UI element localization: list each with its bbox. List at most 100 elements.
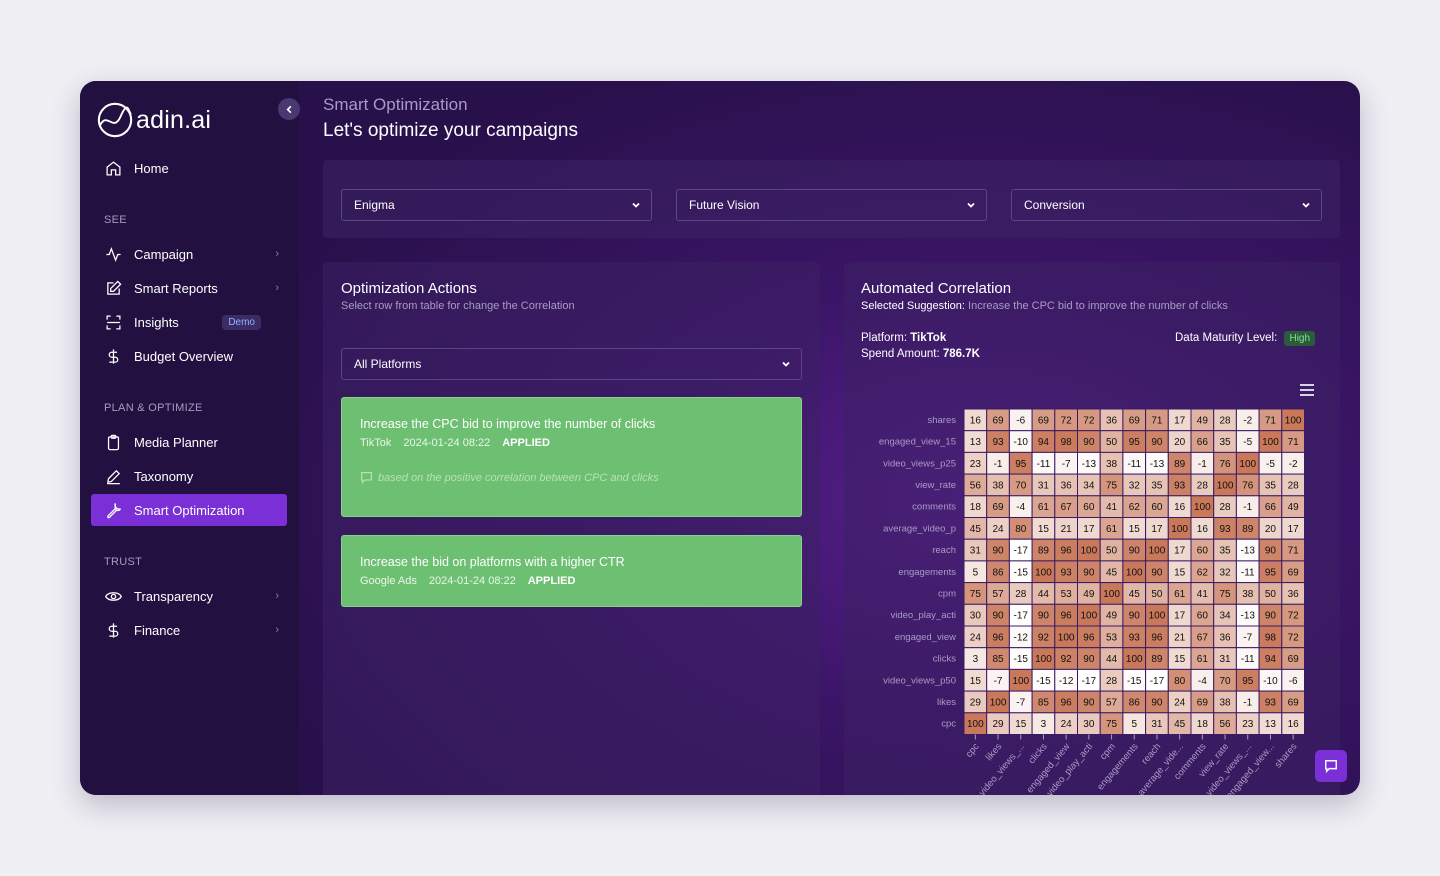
heatmap-cell-label: 38 [1106,459,1118,470]
heatmap-cell-label: 50 [1265,589,1277,600]
panel-title: Optimization Actions [341,280,477,297]
sidebar-item-campaign[interactable]: Campaign › [91,238,287,270]
sidebar-item-budget-overview[interactable]: Budget Overview [91,340,287,372]
sidebar-item-home[interactable]: Home [91,152,287,184]
sidebar-item-transparency[interactable]: Transparency › [91,580,287,612]
suggestion-meta: TikTok 2024-01-24 08:22 APPLIED [360,437,550,449]
sidebar-item-taxonomy[interactable]: Taxonomy [91,460,287,492]
heatmap-cell-label: 56 [1219,719,1231,730]
suggestion-title: Increase the bid on platforms with a hig… [360,555,625,569]
heatmap-cell-label: 66 [1265,502,1277,513]
heatmap-cell-label: 49 [1106,611,1118,622]
heatmap-cell-label: 90 [992,611,1004,622]
platform-value: TikTok [910,332,947,344]
sidebar-item-media-planner[interactable]: Media Planner [91,426,287,458]
heatmap-cell-label: 70 [1015,480,1027,491]
heatmap-cell-label: 96 [1151,632,1163,643]
objective-select[interactable]: Conversion [1011,189,1322,221]
heatmap-cell-label: 15 [1174,654,1186,665]
heatmap-cell-label: 100 [1149,611,1166,622]
heatmap-cell-label: 71 [1265,415,1277,426]
heatmap-cell-label: -2 [1289,459,1298,470]
chart-menu-icon[interactable] [1300,384,1314,396]
brand-logo[interactable]: adin.ai [96,101,211,139]
campaign-select[interactable]: Future Vision [676,189,987,221]
chevron-down-icon [1301,199,1311,209]
heatmap-cell-label: -17 [1082,676,1097,687]
heatmap-cell-label: 3 [973,654,979,665]
heatmap-cell-label: 23 [1242,719,1254,730]
sidebar-item-smart-optimization[interactable]: Smart Optimization [91,494,287,526]
heatmap-cell-label: 57 [1106,697,1118,708]
advertiser-select[interactable]: Enigma [341,189,652,221]
heatmap-cell-label: 35 [1151,480,1163,491]
dollar-icon [104,621,122,639]
heatmap-cell-label: 95 [1129,437,1141,448]
sidebar-item-label: Media Planner [134,434,218,450]
heatmap-cell-label: -4 [1016,502,1025,513]
sidebar-item-insights[interactable]: Insights Demo [91,306,287,338]
heatmap-cell-label: 92 [1038,632,1050,643]
heatmap-cell-label: 13 [970,437,982,448]
heatmap-cell-label: -17 [1014,611,1029,622]
heatmap-cell-label: 60 [1197,611,1209,622]
sidebar-item-smart-reports[interactable]: Smart Reports › [91,272,287,304]
heatmap-row-label: cpc [941,719,956,730]
heatmap-cell-label: -15 [1127,676,1142,687]
heatmap-cell-label: 86 [992,567,1004,578]
suggestion-card[interactable]: Increase the CPC bid to improve the numb… [341,397,802,517]
heatmap-cell-label: 31 [1038,480,1050,491]
heatmap-cell-label: 89 [1151,654,1163,665]
heatmap-cell-label: -11 [1241,654,1255,665]
heatmap-cell-label: 15 [1174,567,1186,578]
heatmap-cell-label: 17 [1151,524,1163,535]
heatmap-cell-label: 96 [1061,546,1073,557]
heatmap-cell-label: 70 [1219,676,1231,687]
dollar-icon [104,347,122,365]
heatmap-cell-label: 96 [1061,697,1073,708]
heatmap-cell-label: -15 [1036,676,1051,687]
sidebar-item-finance[interactable]: Finance › [91,614,287,646]
heatmap-row-label: video_views_p50 [883,675,956,686]
heatmap-cell-label: 80 [1174,676,1186,687]
heatmap-cell-label: 90 [1038,611,1050,622]
correlation-heatmap: shares 16 69 -6 69 72 72 36 69 71 17 49 28 -2 71 100 eng… [879,408,1305,795]
advertiser-select-value: Enigma [354,198,395,212]
heatmap-cell-label: -13 [1082,459,1097,470]
sidebar-item-label: Smart Reports [134,280,218,296]
suggestion-card[interactable]: Increase the bid on platforms with a hig… [341,535,802,607]
heatmap-cell-label: 75 [1106,719,1118,730]
heatmap-cell-label: 100 [1081,546,1098,557]
heatmap-cell-label: 17 [1174,415,1186,426]
sidebar-item-label: Home [134,160,169,176]
heatmap-cell-label: 28 [1015,589,1027,600]
heatmap-cell-label: -1 [1243,502,1252,513]
suggestion-status: APPLIED [527,575,576,587]
heatmap-cell-label: 62 [1197,567,1209,578]
heatmap-cell-label: -12 [1014,632,1029,643]
heatmap-cell-label: 90 [1151,567,1163,578]
heatmap-cell-label: 90 [1265,546,1277,557]
heatmap-cell-label: 69 [1129,415,1141,426]
selected-suggestion-value: Increase the CPC bid to improve the numb… [968,300,1228,312]
heatmap-cell-label: 29 [992,719,1004,730]
chevron-down-icon [966,199,976,209]
sidebar-item-label: Taxonomy [134,468,194,484]
heatmap-cell-label: -1 [994,459,1003,470]
heatmap-cell-label: 90 [1083,567,1095,578]
heatmap-row-label: engaged_view_15 [879,437,956,448]
section-label-trust: TRUST [104,556,143,568]
collapse-sidebar-button[interactable] [278,98,300,120]
heatmap-cell-label: -11 [1241,567,1255,578]
suggestion-title: Increase the CPC bid to improve the numb… [360,417,656,431]
heatmap-cell-label: -13 [1241,546,1256,557]
chevron-right-icon: › [275,248,279,260]
chat-button[interactable] [1315,750,1347,782]
heatmap-cell-label: 95 [1015,459,1027,470]
heatmap-cell-label: 15 [1038,524,1050,535]
heatmap-cell-label: 76 [1219,459,1231,470]
heatmap-cell-label: 85 [1038,697,1050,708]
chevron-down-icon [631,199,641,209]
heatmap-cell-label: 66 [1197,437,1209,448]
platform-filter-select[interactable]: All Platforms [341,348,802,380]
